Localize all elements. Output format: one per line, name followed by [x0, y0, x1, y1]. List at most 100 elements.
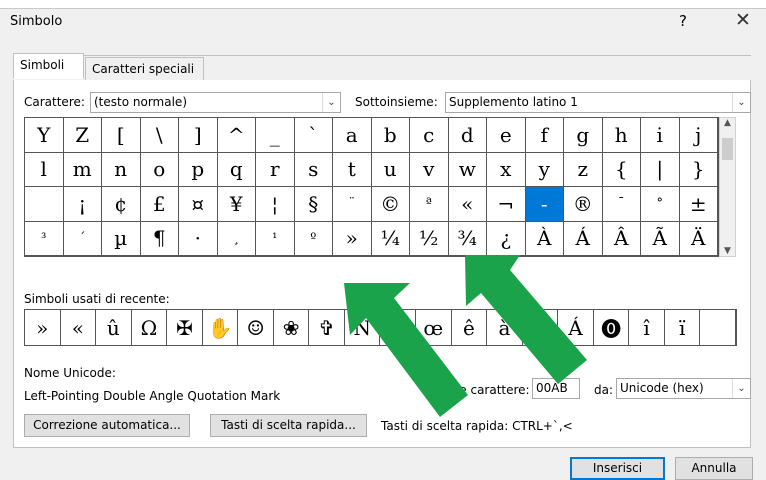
symbol-cell[interactable]: ª [410, 187, 449, 222]
recent-symbol[interactable]: ☺ [238, 310, 274, 345]
symbol-cell[interactable]: » [333, 221, 372, 256]
from-select[interactable]: Unicode (hex) ⌄ [616, 378, 751, 399]
symbol-cell[interactable]: ± [679, 187, 718, 222]
symbol-cell[interactable]: x [487, 152, 526, 187]
symbol-cell[interactable]: o [140, 152, 179, 187]
tab-simboli[interactable]: Simboli [13, 53, 84, 79]
chevron-down-icon[interactable]: ⌄ [732, 93, 750, 112]
symbol-grid-scrollbar[interactable]: ▲ ▼ [719, 117, 736, 257]
symbol-cell[interactable]: d [448, 118, 487, 153]
symbol-cell[interactable]: w [448, 152, 487, 187]
symbol-cell[interactable]: _ [256, 118, 295, 153]
symbol-cell[interactable]: ¡ [63, 187, 102, 222]
symbol-cell[interactable]: ^ [217, 118, 256, 153]
symbol-cell[interactable]: r [256, 152, 295, 187]
recent-symbol[interactable]: é [523, 310, 559, 345]
symbol-cell[interactable]: ¶ [140, 221, 179, 256]
symbol-cell[interactable]: Z [63, 118, 102, 153]
symbol-cell[interactable]: ¹ [256, 221, 295, 256]
symbol-cell[interactable]: ´ [63, 221, 102, 256]
symbol-cell[interactable]: u [371, 152, 410, 187]
symbol-cell[interactable]: § [294, 187, 333, 222]
symbol-cell[interactable]: ] [179, 118, 218, 153]
symbol-cell[interactable]: p [179, 152, 218, 187]
symbol-cell[interactable]: ` [294, 118, 333, 153]
symbol-grid[interactable]: Y Z[\] ^ _ ` a b c d e f g h i j l m n o p q r s t u v w x y z{|} ¡ ¢ £… [24, 117, 719, 257]
symbol-cell[interactable]: ½ [410, 221, 449, 256]
symbol-cell[interactable]: ¾ [448, 221, 487, 256]
symbol-cell[interactable]: m [63, 152, 102, 187]
autocorrect-button[interactable]: Correzione automatica... [24, 414, 190, 437]
recent-symbol[interactable]: ⓿ [594, 310, 630, 345]
shortcut-key-button[interactable]: Tasti di scelta rapida... [210, 414, 367, 437]
symbol-cell[interactable]: µ [102, 221, 141, 256]
char-code-input[interactable]: 00AB [532, 378, 580, 399]
symbol-cell[interactable]: f [525, 118, 564, 153]
help-button[interactable]: ? [679, 12, 687, 30]
recent-symbol[interactable]: ✠ [167, 310, 203, 345]
subset-select[interactable]: Supplemento latino 1 ⌄ [445, 92, 751, 113]
symbol-cell[interactable]: ¤ [179, 187, 218, 222]
symbol-cell[interactable]: ° [641, 187, 680, 222]
symbol-cell[interactable]: i [641, 118, 680, 153]
symbol-cell[interactable]: n [102, 152, 141, 187]
cancel-button[interactable]: Annulla [675, 457, 753, 480]
close-icon[interactable]: ✕ [735, 9, 751, 31]
symbol-cell[interactable]: c [410, 118, 449, 153]
recent-symbol[interactable]: ï [665, 310, 701, 345]
recent-symbol[interactable]: œ [416, 310, 452, 345]
symbol-cell[interactable]: Á [564, 221, 603, 256]
symbol-cell[interactable]: e [487, 118, 526, 153]
symbol-cell[interactable]: ¸ [217, 221, 256, 256]
symbol-cell[interactable]: { [602, 152, 641, 187]
symbol-cell[interactable]: ¢ [102, 187, 141, 222]
symbol-cell[interactable]: · [179, 221, 218, 256]
symbol-cell[interactable]: ® [564, 187, 603, 222]
recent-symbol[interactable]: » [25, 310, 61, 345]
recent-symbol[interactable]: î [629, 310, 665, 345]
chevron-down-icon[interactable]: ⌄ [732, 379, 750, 398]
recent-symbol[interactable]: Ñ [345, 310, 381, 345]
symbol-cell[interactable]: Y [25, 118, 64, 153]
symbol-cell[interactable]: v [410, 152, 449, 187]
symbol-cell[interactable]: t [333, 152, 372, 187]
symbol-cell[interactable]: y [525, 152, 564, 187]
symbol-cell[interactable]: l [25, 152, 64, 187]
recent-symbol[interactable]: à [487, 310, 523, 345]
symbol-cell[interactable]: ¬ [487, 187, 526, 222]
tab-caratteri-speciali[interactable]: Caratteri speciali [85, 57, 204, 81]
symbol-cell[interactable]: g [564, 118, 603, 153]
scrollbar-thumb[interactable] [722, 138, 733, 160]
recent-symbol[interactable]: ✞ [309, 310, 345, 345]
recent-symbol[interactable]: û [96, 310, 132, 345]
recent-symbol[interactable]: ✋ [203, 310, 239, 345]
symbol-cell[interactable]: h [602, 118, 641, 153]
symbol-cell[interactable]: a [333, 118, 372, 153]
symbol-cell[interactable]: ¥ [217, 187, 256, 222]
symbol-cell[interactable]: ¿ [487, 221, 526, 256]
recent-symbol[interactable]: « [61, 310, 97, 345]
symbol-cell[interactable]: - [525, 187, 564, 222]
symbol-cell[interactable]: Ã [641, 221, 680, 256]
recent-symbol[interactable]: Ω [132, 310, 168, 345]
symbol-cell[interactable]: ¦ [256, 187, 295, 222]
symbol-cell[interactable]: £ [140, 187, 179, 222]
symbol-cell[interactable]: b [371, 118, 410, 153]
symbol-cell[interactable]: Ä [679, 221, 718, 256]
symbol-cell[interactable]: } [679, 152, 718, 187]
symbol-cell[interactable]: º [294, 221, 333, 256]
symbol-cell[interactable]: [ [102, 118, 141, 153]
font-select[interactable]: (testo normale) ⌄ [90, 92, 341, 113]
symbol-cell[interactable]: q [217, 152, 256, 187]
symbol-cell[interactable]: ¼ [371, 221, 410, 256]
scroll-up-icon[interactable]: ▲ [720, 118, 735, 128]
recent-symbol[interactable]: Á [558, 310, 594, 345]
chevron-down-icon[interactable]: ⌄ [322, 93, 340, 112]
symbol-cell[interactable]: j [679, 118, 718, 153]
recent-symbol[interactable] [700, 310, 736, 345]
symbol-cell[interactable]: Â [602, 221, 641, 256]
symbol-cell[interactable]: ¨ [333, 187, 372, 222]
recent-symbol[interactable]: ê [452, 310, 488, 345]
symbol-cell[interactable]: « [448, 187, 487, 222]
recent-symbol[interactable]: ë [380, 310, 417, 345]
